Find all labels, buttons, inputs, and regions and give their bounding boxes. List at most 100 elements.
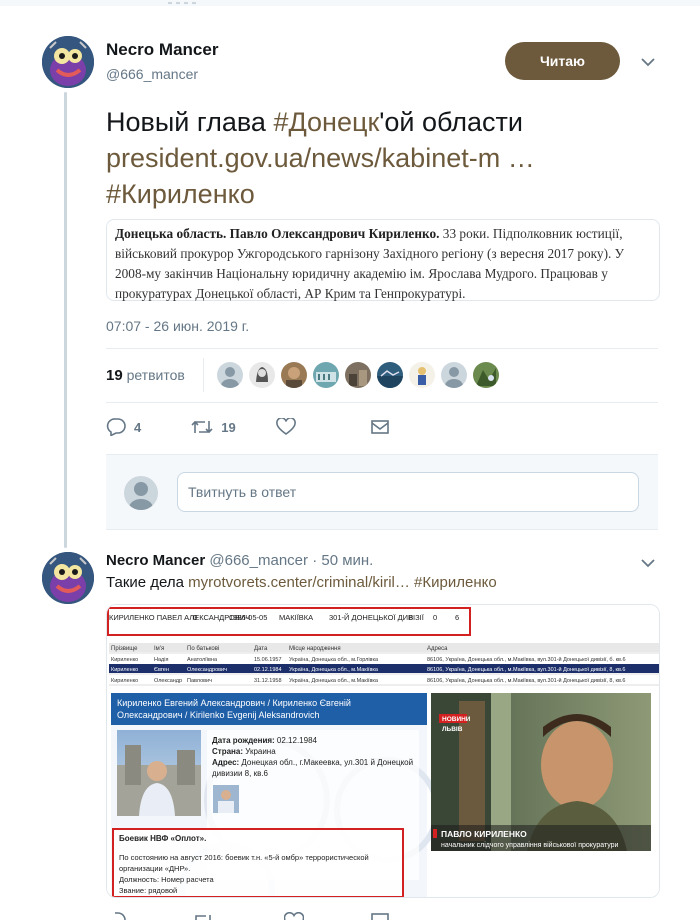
tweet-link[interactable]: president.gov.ua/news/kabinet-m … — [106, 143, 535, 173]
table-header: Прізвище — [111, 646, 138, 652]
svg-text:Кириленко: Кириленко — [111, 657, 138, 663]
db-row-col: 0 — [193, 613, 197, 622]
tweet-media-image[interactable]: КИРИЛЕНКО ПАВЕЛ АЛЕКСАНДРОВИЧ 0 1986-05-… — [106, 604, 660, 898]
hashtag-donetsk[interactable]: #Донецк — [273, 107, 379, 137]
svg-text:Дата рождения: 02.12.1984: Дата рождения: 02.12.1984 — [212, 736, 318, 745]
svg-text:15.06.1957: 15.06.1957 — [254, 657, 282, 663]
retweeter-avatar[interactable] — [249, 362, 275, 388]
tweet-actions: 4 19 — [106, 418, 416, 436]
envelope-icon[interactable] — [370, 910, 390, 920]
svg-text:Надія: Надія — [154, 657, 168, 663]
heart-icon[interactable] — [283, 910, 305, 920]
retweeter-avatar[interactable] — [345, 362, 371, 388]
svg-text:86106, Україна, Донецька обл.,: 86106, Україна, Донецька обл., м.Макіївк… — [427, 656, 626, 663]
retweet-stats[interactable]: 19 ретвитов — [106, 367, 185, 384]
db-row-flat: 6 — [455, 613, 459, 622]
svg-text:Олександр: Олександр — [154, 678, 182, 684]
like-action[interactable] — [275, 418, 296, 436]
table-header: Адреса — [427, 646, 448, 652]
tweet-text: Новый глава #Донецк'ой области president… — [106, 104, 666, 212]
profile-title-line2: Олександрович / Kirilenko Evgenij Aleksa… — [117, 710, 320, 720]
retweeter-avatar[interactable] — [217, 362, 243, 388]
svg-text:Кириленко: Кириленко — [111, 678, 138, 684]
following-button[interactable]: Читаю — [505, 42, 620, 80]
quoted-text-card[interactable]: Донецька область. Павло Олександрович Ки… — [106, 219, 660, 301]
tweet2-text: Такие дела myrotvorets.center/criminal/k… — [106, 574, 497, 591]
reply-icon[interactable] — [106, 910, 126, 920]
profile-title-line1: Кириленко Евгений Александрович / Кириле… — [117, 698, 351, 708]
svg-text:Євген: Євген — [154, 667, 169, 673]
hashtag-kirilenko[interactable]: #Кириленко — [106, 179, 255, 209]
svg-text:02.12.1984: 02.12.1984 — [254, 667, 282, 673]
retweeter-avatar[interactable] — [441, 362, 467, 388]
retweet-icon — [191, 418, 213, 436]
db-row-house: 8 — [409, 613, 413, 622]
author-name[interactable]: Necro Mancer — [106, 40, 218, 60]
db-row-date: 1986-05-05 — [229, 613, 267, 622]
divider-dots — [168, 2, 196, 4]
retweeter-avatar[interactable] — [377, 362, 403, 388]
retweets-count: 19 — [106, 367, 123, 384]
retweeter-avatar[interactable] — [473, 362, 499, 388]
tweet2-text-prefix: Такие дела — [106, 574, 189, 591]
reply-icon — [106, 418, 126, 436]
svg-text:НОВИНИ: НОВИНИ — [442, 716, 471, 723]
author-handle[interactable]: @666_mancer — [106, 66, 198, 82]
heart-icon — [275, 418, 296, 436]
svg-text:Анатоліївна: Анатоліївна — [187, 657, 218, 663]
tweet2-header: Necro Mancer @666_mancer · 50 мин. — [106, 552, 373, 569]
tweet2-link[interactable]: myrotvorets.center/criminal/kiril… — [188, 574, 410, 591]
note-title: Боевик НВФ «Оплот». — [119, 834, 206, 843]
note-line3: Звание: рядовой — [119, 886, 177, 895]
tweet-time[interactable]: · 50 мин. — [312, 552, 373, 569]
reply-box: Твитнуть в ответ — [106, 454, 658, 530]
note-line2: Должность: Номер расчета — [119, 875, 214, 884]
tweet2-actions — [106, 910, 390, 920]
envelope-icon — [370, 419, 390, 435]
author-name[interactable]: Necro Mancer — [106, 552, 205, 569]
reply-action[interactable]: 4 — [106, 418, 141, 436]
reply-input[interactable]: Твитнуть в ответ — [177, 472, 639, 512]
tv-name: ПАВЛО КИРИЛЕНКО — [441, 829, 527, 839]
table-row-selected: Кириленко Євген Олександрович 02.12.1984… — [111, 666, 625, 673]
svg-text:Україна, Донецька обл., м.Макі: Україна, Донецька обл., м.Макіївка — [289, 667, 379, 673]
svg-text:Павлович: Павлович — [187, 678, 212, 684]
top-divider — [0, 0, 700, 6]
table-header: Місце народження — [289, 646, 341, 652]
retweet-action[interactable]: 19 — [191, 418, 236, 436]
svg-text:дивизии 8, кв.6: дивизии 8, кв.6 — [212, 769, 269, 778]
retweet-icon[interactable] — [192, 910, 214, 920]
tweet-timestamp[interactable]: 07:07 - 26 июн. 2019 г. — [106, 318, 249, 334]
retweeter-avatar[interactable] — [409, 362, 435, 388]
svg-text:Кириленко: Кириленко — [111, 667, 138, 673]
table-row: Кириленко Олександр Павлович 31.12.1958 … — [111, 677, 625, 684]
tweet-text-prefix: Новый глава — [106, 107, 274, 137]
tv-person-face — [541, 721, 613, 809]
reply-count: 4 — [134, 419, 142, 435]
table-header: По батькові — [187, 646, 219, 652]
author-handle[interactable]: @666_mancer — [209, 552, 308, 569]
chevron-down-icon[interactable] — [640, 54, 656, 70]
direct-message-action[interactable] — [370, 419, 390, 435]
author-avatar[interactable] — [42, 36, 94, 88]
author-avatar[interactable] — [42, 552, 94, 604]
svg-text:31.12.1958: 31.12.1958 — [254, 678, 282, 684]
svg-text:Страна: Украина: Страна: Украина — [212, 747, 276, 756]
tv-caption: начальник слідчого управління військової… — [441, 841, 619, 849]
table-row: Кириленко Надія Анатоліївна 15.06.1957 У… — [111, 656, 626, 663]
note-line1a: По состоянию на август 2016: боевик т.н.… — [119, 853, 369, 862]
table-header: Ім'я — [154, 646, 164, 652]
retweeter-avatar[interactable] — [281, 362, 307, 388]
db-row-city: МАКІЇВКА — [279, 613, 313, 622]
quote-bold-text: Донецька область. Павло Олександрович Ки… — [115, 226, 440, 241]
svg-text:86106, Україна, Донецька обл.,: 86106, Україна, Донецька обл., м.Макіївк… — [427, 666, 625, 673]
tv-badge-bottom: ЛЬВІВ — [442, 726, 463, 733]
hashtag-kirilenko[interactable]: #Кириленко — [414, 574, 497, 591]
chevron-down-icon[interactable] — [640, 555, 656, 571]
db-row-col: 0 — [433, 613, 437, 622]
note-line1b: организации «ДНР». — [119, 864, 190, 873]
tweet-text-mid: 'ой области — [379, 107, 524, 137]
current-user-avatar — [124, 476, 158, 510]
retweet-count: 19 — [221, 419, 236, 435]
retweeter-avatar[interactable] — [313, 362, 339, 388]
